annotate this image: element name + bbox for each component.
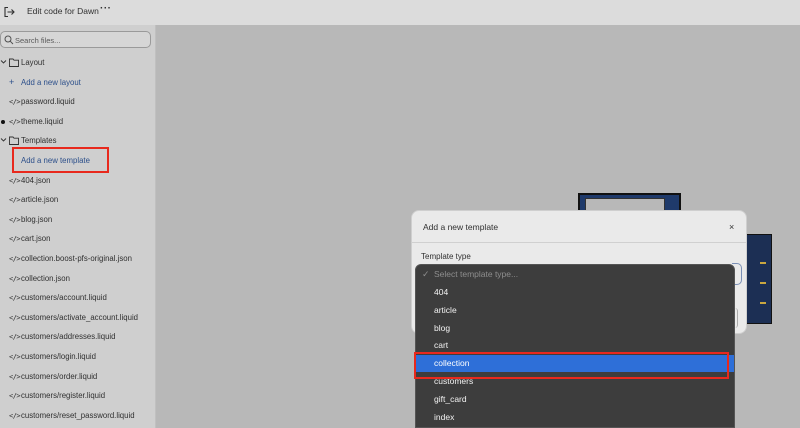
chevron-down-icon[interactable] [0,136,7,144]
unsaved-dot-icon [1,120,5,124]
dropdown-option-placeholder[interactable]: ✓ Select template type... [416,266,734,283]
code-file-icon: </> [9,412,21,420]
page-title: Edit code for Dawn [27,6,99,16]
file-item[interactable]: </> customers/addresses.liquid [0,330,156,344]
file-name: customers/activate_account.liquid [21,313,139,322]
file-item[interactable]: </> 404.json [0,174,156,188]
code-file-icon: </> [9,333,21,341]
modal-action-button[interactable] [735,308,738,328]
plus-icon: + [9,77,15,87]
file-item[interactable]: </> password.liquid [0,95,156,109]
file-name: customers/reset_password.liquid [21,411,135,420]
template-type-label: Template type [421,252,471,261]
file-item[interactable]: </> customers/register.liquid [0,389,156,403]
search-icon [4,35,14,45]
folder-label: Layout [21,58,45,67]
file-name: cart.json [21,234,51,243]
code-file-icon: </> [9,118,21,126]
folder-icon [9,136,19,145]
file-item[interactable]: </> customers/account.liquid [0,291,156,305]
file-item[interactable]: </> collection.json [0,272,156,286]
code-file-icon: </> [9,275,21,283]
file-name: customers/order.liquid [21,372,98,381]
add-layout-link[interactable]: + Add a new layout [0,76,156,90]
file-item[interactable]: </> customers/login.liquid [0,350,156,364]
file-item[interactable]: </> customers/reset_password.liquid [0,409,156,423]
template-type-dropdown: ✓ Select template type... 404 article blog… [415,264,735,428]
dropdown-option-label: blog [434,323,451,333]
more-horizontal-icon[interactable]: ··· [100,3,112,14]
check-icon: ✓ [422,269,430,279]
code-file-icon: </> [9,353,21,361]
exit-icon[interactable] [3,6,15,18]
illustration-panel [746,234,772,324]
file-name: customers/account.liquid [21,293,107,302]
illustration-line [760,262,766,264]
code-file-icon: </> [9,216,21,224]
dropdown-option-label: Select template type... [434,269,519,279]
dropdown-option-label: article [434,305,457,315]
file-name: password.liquid [21,97,75,106]
dropdown-option[interactable]: article [416,302,734,319]
file-item[interactable]: </> customers/activate_account.liquid [0,311,156,325]
file-name: customers/addresses.liquid [21,332,116,341]
dropdown-option[interactable]: 404 [416,284,734,301]
file-item[interactable]: </> article.json [0,193,156,207]
code-file-icon: </> [9,373,21,381]
folder-label: Templates [21,136,57,145]
code-file-icon: </> [9,235,21,243]
highlight-add-template [12,147,109,173]
dropdown-option[interactable]: blog [416,320,734,337]
add-layout-label: Add a new layout [21,78,81,87]
folder-layout[interactable]: Layout [0,56,156,70]
close-icon[interactable]: × [729,221,734,233]
code-file-icon: </> [9,177,21,185]
file-name: blog.json [21,215,53,224]
file-name: 404.json [21,176,51,185]
dropdown-option-label: index [434,412,455,422]
folder-templates[interactable]: Templates [0,134,156,148]
file-name: customers/login.liquid [21,352,96,361]
top-bar: Edit code for Dawn ··· [0,0,800,25]
dropdown-option-label: cart [434,340,449,350]
dropdown-option[interactable]: gift_card [416,391,734,408]
search-input[interactable] [15,33,145,47]
modal-title: Add a new template [423,222,499,232]
file-name: collection.boost-pfs-original.json [21,254,132,263]
dropdown-option-label: 404 [434,287,449,297]
folder-icon [9,58,19,67]
dropdown-option[interactable]: index [416,409,734,426]
modal-header: Add a new template × [412,211,746,243]
file-name: customers/register.liquid [21,391,106,400]
search-box[interactable] [0,31,151,48]
file-name: theme.liquid [21,117,64,126]
file-item[interactable]: </> collection.boost-pfs-original.json [0,252,156,266]
code-file-icon: </> [9,314,21,322]
dropdown-option-label: gift_card [434,394,467,404]
file-item[interactable]: </> cart.json [0,232,156,246]
code-file-icon: </> [9,196,21,204]
code-file-icon: </> [9,98,21,106]
illustration-line [760,282,766,284]
file-item[interactable]: </> theme.liquid [0,115,156,129]
chevron-down-icon[interactable] [0,58,7,66]
illustration-line [760,302,766,304]
code-file-icon: </> [9,294,21,302]
code-file-icon: </> [9,255,21,263]
code-file-icon: </> [9,392,21,400]
file-name: article.json [21,195,59,204]
file-item[interactable]: </> customers/order.liquid [0,370,156,384]
file-item[interactable]: </> blog.json [0,213,156,227]
highlight-collection-option [414,352,729,379]
file-name: collection.json [21,274,70,283]
